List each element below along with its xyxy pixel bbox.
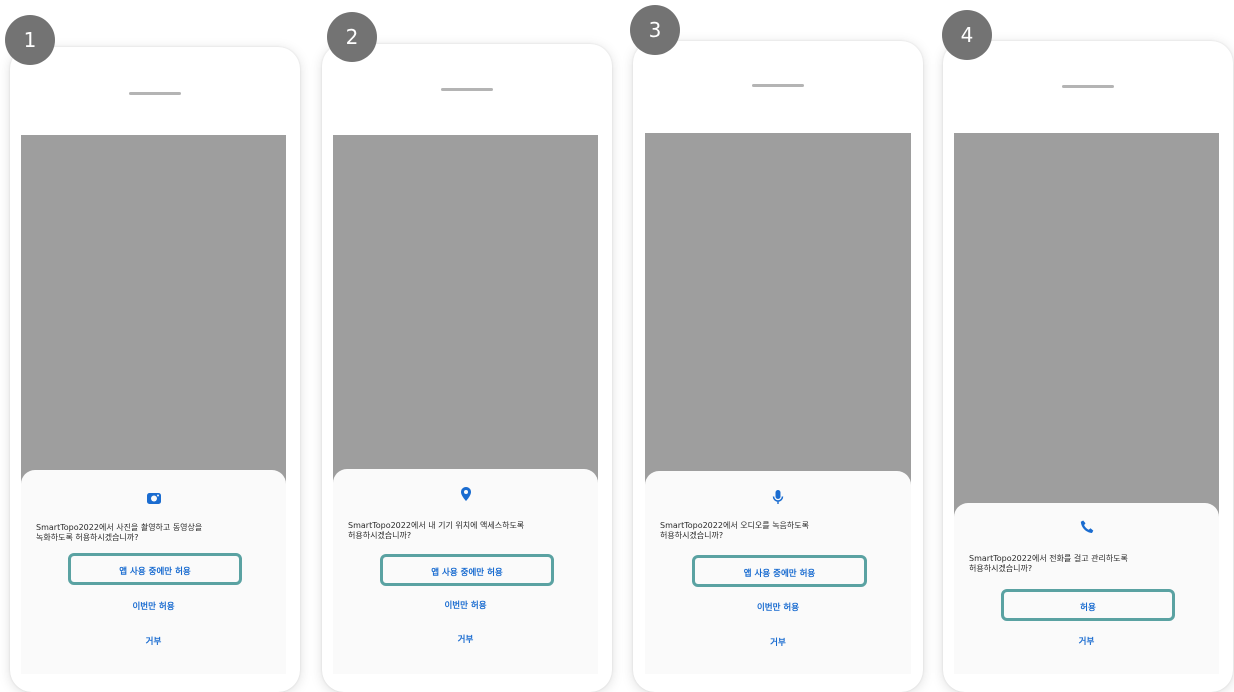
location-pin-icon (458, 486, 474, 502)
permission-prompt: SmartTopo2022에서 오디오를 녹음하도록 허용하시겠습니까? (660, 521, 809, 540)
allow-while-using-app-button[interactable]: 앱 사용 중에만 허용 (692, 555, 867, 587)
allow-once-button[interactable]: 이번만 허용 (21, 601, 286, 613)
phone-frame: SmartTopo2022에서 사진을 촬영하고 동영상을 녹화하도록 허용하시… (10, 47, 300, 692)
phone-frame: SmartTopo2022에서 전화를 걸고 관리하도록 허용하시겠습니까? 허… (943, 41, 1233, 692)
sheet-handle[interactable] (752, 84, 804, 87)
sheet-handle[interactable] (129, 92, 181, 95)
deny-button[interactable]: 거부 (645, 637, 911, 649)
deny-button[interactable]: 거부 (333, 634, 598, 646)
step-panel-1: SmartTopo2022에서 사진을 촬영하고 동영상을 녹화하도록 허용하시… (5, 0, 310, 692)
step-badge-3: 3 (630, 5, 680, 55)
permission-dialog: SmartTopo2022에서 내 기기 위치에 액세스하도록 허용하시겠습니까… (333, 469, 598, 674)
app-screen: SmartTopo2022에서 내 기기 위치에 액세스하도록 허용하시겠습니까… (333, 135, 598, 674)
permission-prompt: SmartTopo2022에서 내 기기 위치에 액세스하도록 허용하시겠습니까… (348, 521, 525, 540)
step-panel-3: SmartTopo2022에서 오디오를 녹음하도록 허용하시겠습니까? 앱 사… (630, 0, 933, 692)
step-panel-2: SmartTopo2022에서 내 기기 위치에 액세스하도록 허용하시겠습니까… (322, 0, 622, 692)
step-panel-4: SmartTopo2022에서 전화를 걸고 관리하도록 허용하시겠습니까? 허… (942, 0, 1234, 692)
step-badge-2: 2 (327, 12, 377, 62)
sheet-handle[interactable] (1062, 85, 1114, 88)
allow-once-button[interactable]: 이번만 허용 (333, 600, 598, 612)
permission-prompt: SmartTopo2022에서 사진을 촬영하고 동영상을 녹화하도록 허용하시… (36, 523, 203, 542)
step-badge-4: 4 (942, 10, 992, 60)
permission-dialog: SmartTopo2022에서 오디오를 녹음하도록 허용하시겠습니까? 앱 사… (645, 471, 911, 674)
microphone-icon (770, 489, 786, 505)
phone-icon (1079, 519, 1095, 535)
phone-frame: SmartTopo2022에서 오디오를 녹음하도록 허용하시겠습니까? 앱 사… (633, 41, 923, 692)
allow-once-button[interactable]: 이번만 허용 (645, 602, 911, 614)
app-screen: SmartTopo2022에서 사진을 촬영하고 동영상을 녹화하도록 허용하시… (21, 135, 286, 674)
camera-icon (146, 490, 162, 506)
permission-dialog: SmartTopo2022에서 사진을 촬영하고 동영상을 녹화하도록 허용하시… (21, 470, 286, 674)
step-badge-1: 1 (5, 15, 55, 65)
permission-dialog: SmartTopo2022에서 전화를 걸고 관리하도록 허용하시겠습니까? 허… (954, 503, 1219, 674)
deny-button[interactable]: 거부 (954, 636, 1219, 648)
deny-button[interactable]: 거부 (21, 636, 286, 648)
allow-while-using-app-button[interactable]: 앱 사용 중에만 허용 (380, 554, 554, 586)
app-screen: SmartTopo2022에서 오디오를 녹음하도록 허용하시겠습니까? 앱 사… (645, 133, 911, 674)
allow-while-using-app-button[interactable]: 앱 사용 중에만 허용 (68, 553, 242, 585)
allow-button[interactable]: 허용 (1001, 589, 1175, 621)
app-screen: SmartTopo2022에서 전화를 걸고 관리하도록 허용하시겠습니까? 허… (954, 133, 1219, 674)
phone-frame: SmartTopo2022에서 내 기기 위치에 액세스하도록 허용하시겠습니까… (322, 44, 612, 692)
permission-prompt: SmartTopo2022에서 전화를 걸고 관리하도록 허용하시겠습니까? (969, 554, 1128, 573)
sheet-handle[interactable] (441, 88, 493, 91)
